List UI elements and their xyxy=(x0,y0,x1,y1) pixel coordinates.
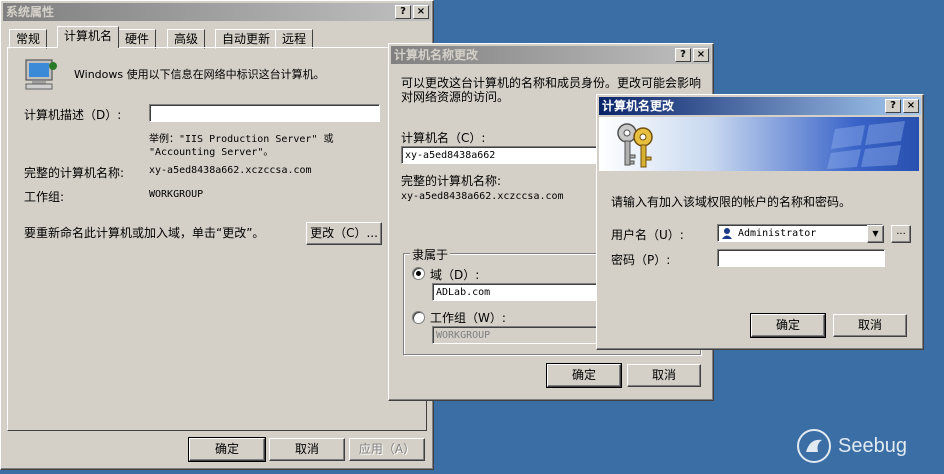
tab-hardware[interactable]: 硬件 xyxy=(118,29,157,49)
workgroup-label: 工作组: xyxy=(24,190,65,204)
cancel-button[interactable]: 取消 xyxy=(269,438,345,461)
username-value: Administrator xyxy=(738,228,817,239)
seebug-logo-icon xyxy=(797,429,831,463)
window-title: 计算机名更改 xyxy=(602,99,675,113)
seebug-watermark: Seebug xyxy=(796,428,907,464)
credentials-prompt: 请输入有加入该域权限的帐户的名称和密码。 xyxy=(611,195,852,209)
password-input[interactable] xyxy=(717,249,885,267)
system-properties-titlebar[interactable]: 系统属性 ? × xyxy=(3,3,431,21)
full-name-value: xy-a5ed8438a662.xczccsa.com xyxy=(401,191,564,202)
name-change-titlebar[interactable]: 计算机名称更改 ? × xyxy=(391,46,711,64)
window-title: 系统属性 xyxy=(6,5,55,19)
close-button[interactable]: × xyxy=(903,99,919,113)
tab-auto-update[interactable]: 自动更新 xyxy=(215,29,278,49)
close-button[interactable]: × xyxy=(693,48,709,62)
windows-logo-icon xyxy=(827,121,905,169)
username-combobox[interactable]: Administrator xyxy=(717,224,883,242)
user-icon xyxy=(722,228,732,239)
member-of-label: 隶属于 xyxy=(410,246,451,263)
full-name-label: 完整的计算机名称: xyxy=(24,166,125,180)
intro-text: Windows 使用以下信息在网络中标识这台计算机。 xyxy=(74,68,325,81)
keys-banner xyxy=(599,117,919,171)
browse-button[interactable]: ... xyxy=(891,225,911,243)
help-button[interactable]: ? xyxy=(395,5,411,19)
tab-computer-name[interactable]: 计算机名 xyxy=(57,26,120,48)
tab-general[interactable]: 常规 xyxy=(9,29,48,49)
ok-button[interactable]: 确定 xyxy=(546,363,622,388)
seebug-text: Seebug xyxy=(838,434,907,457)
full-name-value: xy-a5ed8438a662.xczccsa.com xyxy=(149,165,312,176)
tab-panel: Windows 使用以下信息在网络中标识这台计算机。 计算机描述（D）: 举例：… xyxy=(7,47,427,431)
ok-button[interactable]: 确定 xyxy=(188,437,266,462)
password-label: 密码（P）: xyxy=(611,253,671,267)
tab-remote[interactable]: 远程 xyxy=(275,29,314,49)
rename-instruction: 要重新命名此计算机或加入域，单击“更改”。 xyxy=(24,226,265,240)
close-button[interactable]: × xyxy=(413,5,429,19)
system-properties-window: 系统属性 ? × 常规 计算机名 硬件 高级 自动更新 远程 Windows 使… xyxy=(0,0,434,470)
change-button[interactable]: 更改（C）... xyxy=(306,222,382,245)
tab-advanced[interactable]: 高级 xyxy=(167,29,206,49)
computer-icon xyxy=(25,59,57,90)
workgroup-label: 工作组（W）: xyxy=(430,311,506,325)
credentials-window: 计算机名更改 ? × 请输入有加入该域权限的帐户的名称和密码。 用户名（U）: … xyxy=(596,94,924,350)
example-text-2: "Accounting Server"。 xyxy=(149,147,274,158)
apply-button[interactable]: 应用（A） xyxy=(349,438,425,461)
keys-icon xyxy=(617,123,653,168)
help-button[interactable]: ? xyxy=(885,99,901,113)
workgroup-value: WORKGROUP xyxy=(149,189,204,200)
full-name-label: 完整的计算机名称: xyxy=(401,174,502,188)
workgroup-radio[interactable] xyxy=(412,311,425,324)
domain-radio[interactable] xyxy=(412,267,425,280)
computer-name-label: 计算机名（C）: xyxy=(401,131,486,145)
cancel-button[interactable]: 取消 xyxy=(833,314,907,337)
window-title: 计算机名称更改 xyxy=(394,48,479,62)
intro-line-2: 对网络资源的访问。 xyxy=(401,90,510,104)
help-button[interactable]: ? xyxy=(675,48,691,62)
chevron-down-icon[interactable]: ▼ xyxy=(867,225,884,243)
description-input[interactable] xyxy=(149,104,380,122)
credentials-titlebar[interactable]: 计算机名更改 ? × xyxy=(599,97,921,115)
domain-label: 域（D）: xyxy=(430,268,480,282)
username-label: 用户名（U）: xyxy=(611,228,684,242)
cancel-button[interactable]: 取消 xyxy=(627,364,701,387)
ok-button[interactable]: 确定 xyxy=(750,313,826,338)
description-label: 计算机描述（D）: xyxy=(24,108,122,122)
